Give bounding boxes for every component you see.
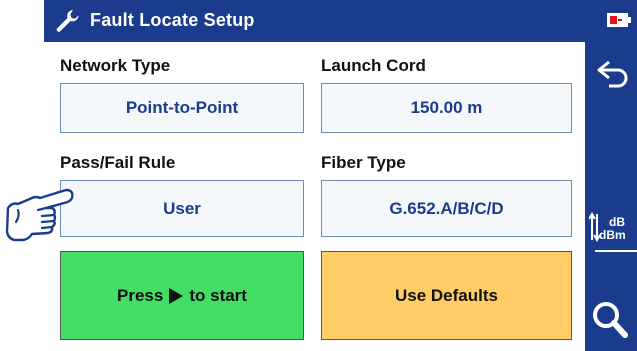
start-button[interactable]: Press to start (60, 251, 304, 340)
units-bottom-label: dBm (599, 228, 626, 242)
search-icon[interactable] (585, 296, 637, 340)
fiber-type-field[interactable]: G.652.A/B/C/D (321, 180, 572, 237)
start-button-suffix: to start (189, 285, 247, 305)
start-button-prefix: Press (117, 285, 164, 305)
battery-icon (607, 13, 631, 27)
network-type-value: Point-to-Point (125, 98, 239, 117)
pass-fail-rule-field[interactable]: User (60, 180, 304, 237)
play-icon (169, 287, 184, 304)
network-type-field[interactable]: Point-to-Point (60, 83, 304, 133)
units-top-label: dB (609, 215, 625, 229)
settings-panel: Network Type Point-to-Point Launch Cord … (44, 42, 585, 351)
pointing-hand-icon (5, 188, 74, 242)
fiber-type-label: Fiber Type (321, 153, 406, 172)
right-sidebar: dB dBm (585, 42, 637, 351)
units-toggle-button[interactable]: dB dBm (585, 210, 637, 260)
fiber-type-value: G.652.A/B/C/D (389, 198, 504, 218)
back-arrow-icon[interactable] (585, 54, 637, 94)
pass-fail-rule-label: Pass/Fail Rule (60, 153, 176, 172)
page-title: Fault Locate Setup (90, 10, 255, 30)
network-type-label: Network Type (60, 56, 171, 75)
wrench-icon (56, 10, 79, 32)
pass-fail-rule-value: User (163, 198, 201, 218)
use-defaults-button[interactable]: Use Defaults (321, 251, 572, 340)
title-bar: Fault Locate Setup (44, 0, 637, 42)
use-defaults-label: Use Defaults (395, 285, 498, 305)
launch-cord-value: 150.00 m (410, 98, 483, 117)
fault-locate-setup-screen: Fault Locate Setup Network Type Point-to… (0, 0, 637, 351)
launch-cord-field[interactable]: 150.00 m (321, 83, 572, 133)
launch-cord-label: Launch Cord (321, 56, 426, 75)
units-divider (595, 250, 637, 252)
